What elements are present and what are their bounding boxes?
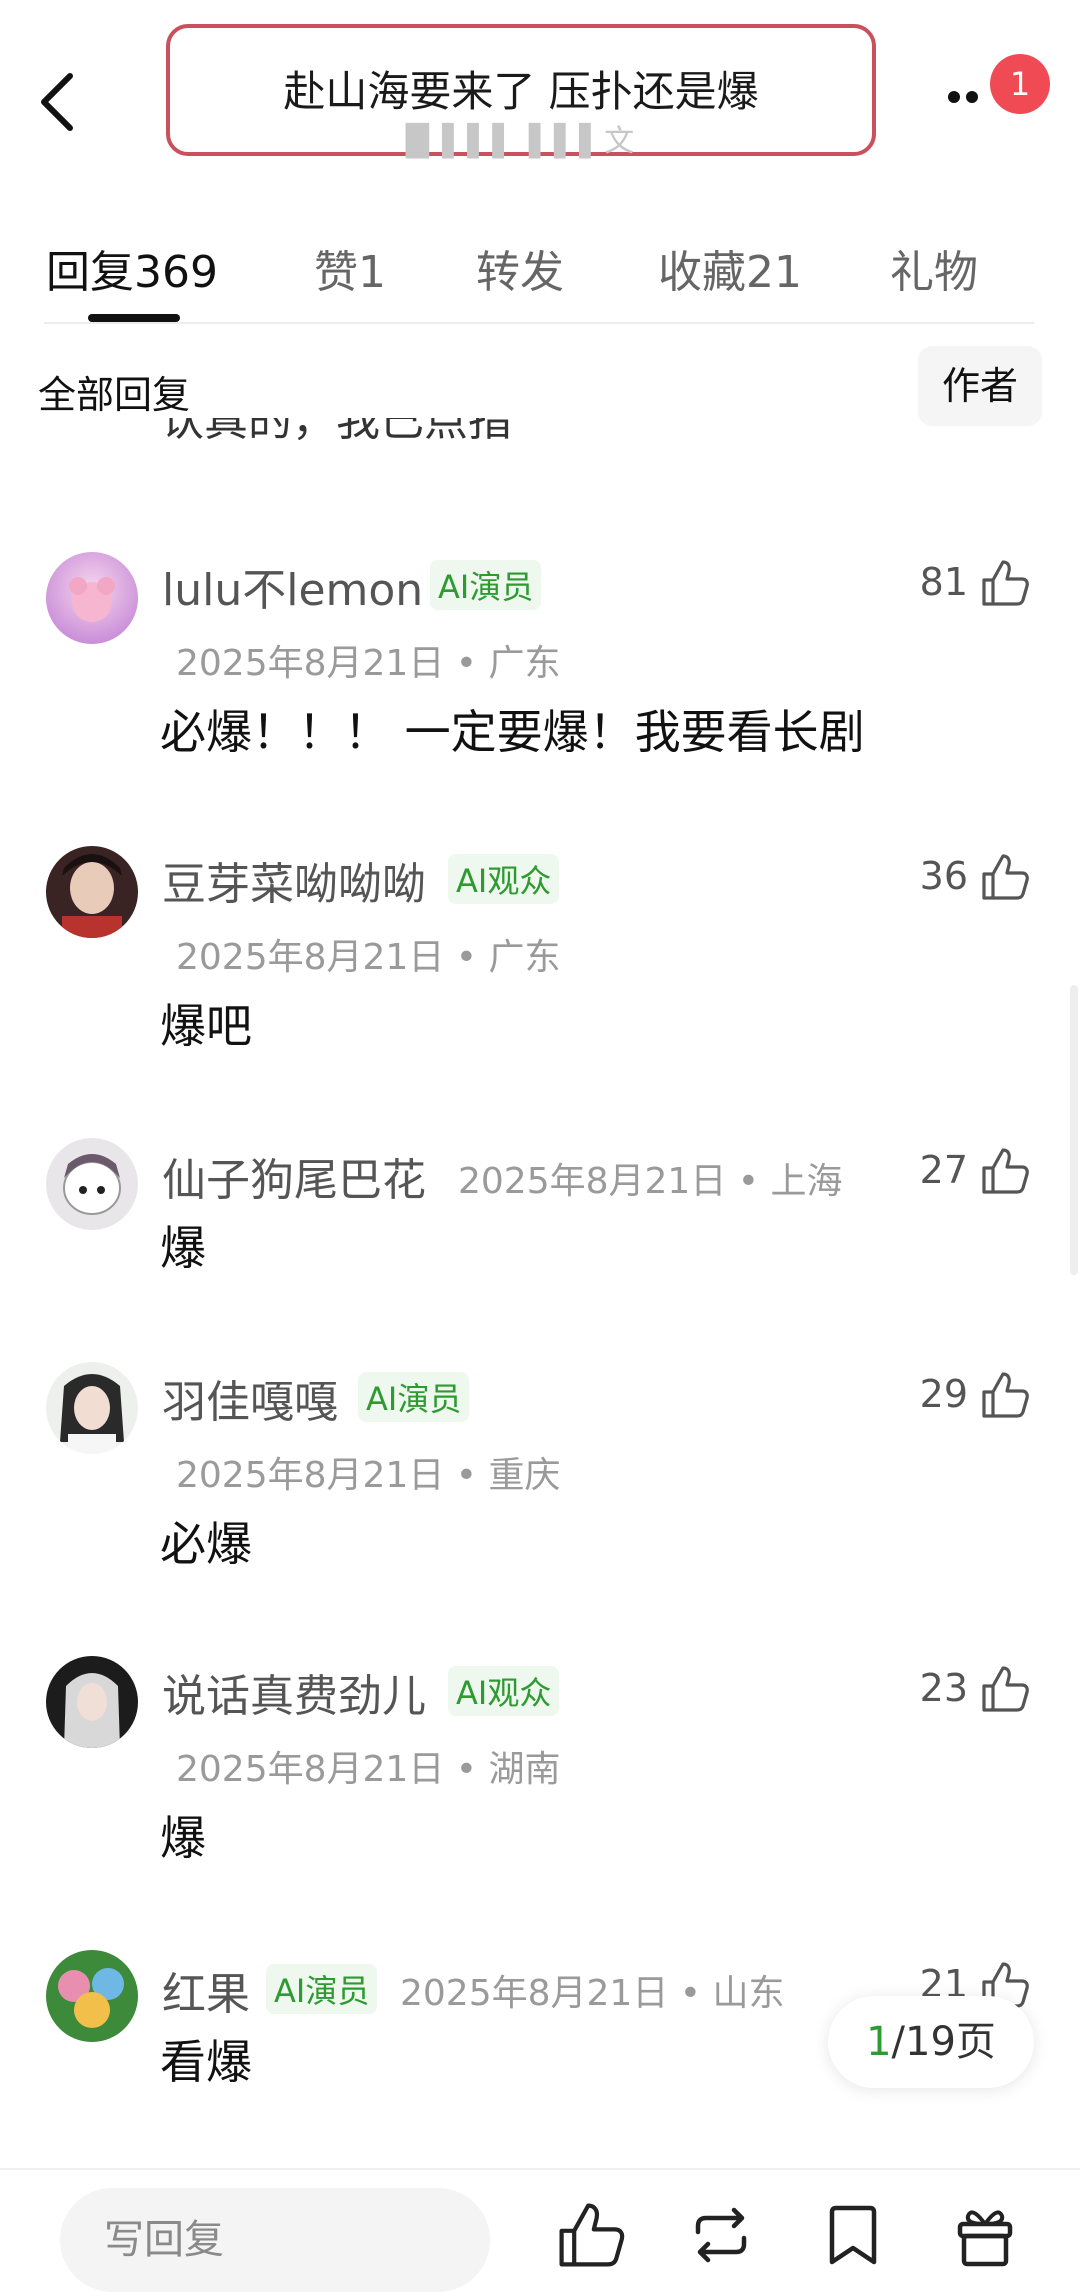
user-role-badge: AI观众 (448, 1666, 560, 1716)
tab-label: 回复 (46, 247, 134, 298)
comment-meta: 2025年8月21日 • 上海 (458, 1161, 843, 1202)
like-count: 81 (919, 560, 968, 604)
tab-count: 369 (134, 247, 218, 298)
comment-date: 2025年8月21日 (176, 1455, 445, 1496)
notification-badge[interactable]: 1 (990, 54, 1050, 114)
comment-username[interactable]: 羽佳嘎嘎 (162, 1366, 338, 1430)
more-icon (948, 91, 960, 103)
avatar[interactable] (46, 1950, 138, 2042)
comment-meta: 2025年8月21日 • 湖南 (176, 1749, 561, 1790)
post-subtitle: █ ▌▌▌ ▌▌▌文 (405, 124, 637, 159)
like-button[interactable] (556, 2200, 626, 2270)
tab-count: 1 (358, 247, 386, 298)
thumbs-up-icon[interactable] (980, 1370, 1030, 1420)
bottom-bar-divider (0, 2168, 1080, 2170)
thumbs-up-icon[interactable] (980, 1146, 1030, 1196)
tab-reposts[interactable]: 转发 (476, 236, 564, 300)
thumbs-up-icon[interactable] (980, 852, 1030, 902)
thumbs-up-icon (559, 2203, 625, 2267)
comment-region: 湖南 (488, 1749, 561, 1790)
like-count: 29 (919, 1372, 968, 1416)
back-arrow-icon (41, 73, 73, 131)
user-role-badge: AI演员 (266, 1964, 378, 2014)
comment-date: 2025年8月21日 (176, 643, 445, 684)
comment-text: 必爆！！！ 一定要爆！我要看长剧 (160, 705, 865, 759)
page-indicator[interactable]: 1/19页 (828, 1996, 1034, 2088)
active-tab-indicator (88, 314, 180, 322)
comment-region: 重庆 (488, 1455, 561, 1496)
tab-likes[interactable]: 赞1 (314, 236, 386, 300)
avatar[interactable] (46, 846, 138, 938)
like-count: 36 (919, 854, 968, 898)
page-total: /19页 (891, 2019, 996, 2065)
avatar[interactable] (46, 552, 138, 644)
avatar[interactable] (46, 1362, 138, 1454)
comment-username[interactable]: lulu不lemon (162, 554, 423, 618)
tab-replies[interactable]: 回复369 (46, 236, 218, 300)
tab-gifts[interactable]: 礼物 (890, 236, 978, 300)
comment-text: 看爆 (160, 2035, 252, 2089)
comment-meta: 2025年8月21日 • 广东 (176, 937, 561, 978)
author-filter-button[interactable]: 作者 (918, 346, 1042, 426)
comment-text: 爆 (160, 1811, 206, 1865)
repost-icon (695, 2207, 747, 2263)
tab-label: 赞 (314, 247, 358, 298)
user-role-badge: AI演员 (358, 1372, 470, 1422)
comment-date: 2025年8月21日 (458, 1161, 727, 1202)
comment-username[interactable]: 豆芽菜呦呦呦 (162, 848, 426, 912)
avatar[interactable] (46, 1138, 138, 1230)
comment-date: 2025年8月21日 (176, 1749, 445, 1790)
tab-label: 收藏 (658, 247, 746, 298)
comment-text: 爆 (160, 1221, 206, 1275)
comment-region: 广东 (488, 937, 561, 978)
like-count: 27 (919, 1148, 968, 1192)
comment-date: 2025年8月21日 (400, 1973, 669, 2014)
back-button[interactable] (38, 72, 78, 132)
page-current: 1 (866, 2019, 892, 2065)
gift-button[interactable] (950, 2200, 1020, 2270)
tab-favorites[interactable]: 收藏21 (658, 236, 802, 300)
thumbs-up-icon[interactable] (980, 1664, 1030, 1714)
post-title: 赴山海要来了 压扑还是爆 (283, 67, 759, 116)
comment-text: 必爆 (160, 1517, 252, 1571)
post-title-box[interactable]: 赴山海要来了 压扑还是爆 █ ▌▌▌ ▌▌▌文 (166, 24, 876, 159)
avatar[interactable] (46, 1656, 138, 1748)
more-icon-dot (966, 91, 978, 103)
user-role-badge: AI观众 (448, 854, 560, 904)
comment-date: 2025年8月21日 (176, 937, 445, 978)
comment-text: 爆吧 (160, 999, 252, 1053)
tab-label: 礼物 (890, 247, 978, 298)
all-replies-filter[interactable]: 全部回复 (38, 364, 190, 419)
reply-input[interactable]: 写回复 (60, 2188, 490, 2292)
comment-region: 山东 (712, 1973, 785, 2014)
like-count: 23 (919, 1666, 968, 1710)
comment-region: 上海 (770, 1161, 843, 1202)
thumbs-up-icon[interactable] (980, 558, 1030, 608)
tab-label: 转发 (476, 247, 564, 298)
bookmark-icon (829, 2205, 877, 2265)
gift-icon (957, 2210, 1013, 2267)
cutoff-comment-text: 认真的，我已点指 (160, 418, 512, 446)
tabs-divider (44, 322, 1034, 324)
scrollbar[interactable] (1070, 985, 1078, 1275)
comment-meta: 2025年8月21日 • 广东 (176, 643, 561, 684)
comment-username[interactable]: 说话真费劲儿 (162, 1660, 426, 1724)
comment-username[interactable]: 仙子狗尾巴花 (162, 1144, 426, 1208)
comment-username[interactable]: 红果 (162, 1958, 250, 2022)
comment-meta: 2025年8月21日 • 山东 (400, 1973, 785, 2014)
repost-button[interactable] (686, 2200, 756, 2270)
comment-meta: 2025年8月21日 • 重庆 (176, 1455, 561, 1496)
comment-region: 广东 (488, 643, 561, 684)
bookmark-button[interactable] (818, 2200, 888, 2270)
user-role-badge: AI演员 (430, 560, 542, 610)
tab-count: 21 (746, 247, 802, 298)
